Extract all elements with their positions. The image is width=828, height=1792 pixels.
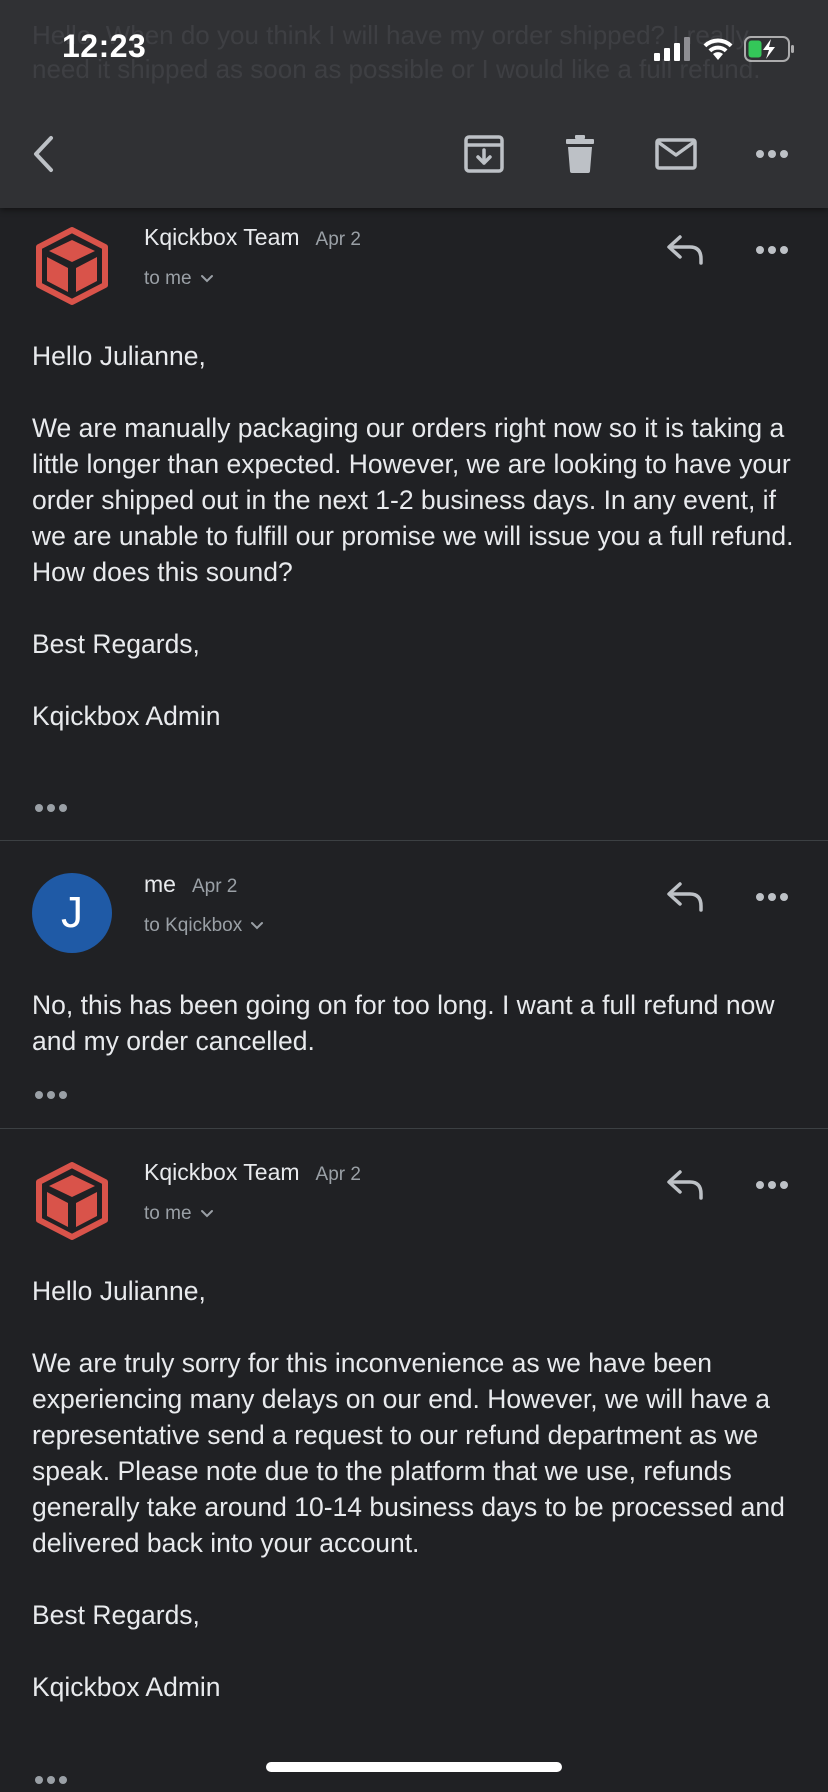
archive-icon bbox=[464, 135, 504, 173]
archive-button[interactable] bbox=[456, 126, 512, 182]
avatar bbox=[32, 226, 112, 306]
chevron-down-icon bbox=[200, 1210, 213, 1218]
delete-button[interactable] bbox=[552, 126, 608, 182]
sender-line: me Apr 2 bbox=[144, 871, 237, 898]
message-more-button[interactable] bbox=[752, 1165, 792, 1205]
message-date: Apr 2 bbox=[315, 229, 361, 250]
reply-icon bbox=[667, 1170, 703, 1200]
message-date: Apr 2 bbox=[315, 1164, 361, 1185]
message-body: Hello Julianne, We are manually packagin… bbox=[32, 338, 802, 734]
more-horizontal-icon bbox=[35, 804, 67, 812]
body-paragraph: Hello Julianne, bbox=[32, 341, 206, 371]
top-app-bar: Hello. When do you think I will have my … bbox=[0, 0, 828, 208]
more-horizontal-icon bbox=[756, 1181, 788, 1189]
more-horizontal-icon bbox=[756, 150, 788, 158]
recipient-details-toggle[interactable]: to me bbox=[144, 268, 214, 290]
body-paragraph: We are manually packaging our orders rig… bbox=[32, 413, 794, 587]
more-horizontal-icon bbox=[756, 893, 788, 901]
wifi-icon bbox=[703, 38, 733, 60]
more-options-button[interactable] bbox=[744, 126, 800, 182]
body-paragraph: Best Regards, bbox=[32, 629, 200, 659]
recipient-details-toggle[interactable]: to me bbox=[144, 1203, 214, 1225]
reply-icon bbox=[667, 882, 703, 912]
recipient-label: to me bbox=[144, 268, 192, 289]
cellular-signal-icon bbox=[654, 37, 690, 61]
body-paragraph: Best Regards, bbox=[32, 1600, 200, 1630]
status-bar-time: 12:23 bbox=[62, 28, 147, 64]
sender-name: Kqickbox Team bbox=[144, 224, 300, 250]
reply-icon bbox=[667, 235, 703, 265]
mark-unread-button[interactable] bbox=[648, 126, 704, 182]
chevron-down-icon bbox=[200, 275, 213, 283]
body-paragraph: Kqickbox Admin bbox=[32, 1672, 221, 1702]
sender-line: Kqickbox Team Apr 2 bbox=[144, 1159, 361, 1186]
sender-name: me bbox=[144, 871, 176, 897]
recipient-label: to me bbox=[144, 1203, 192, 1224]
body-paragraph: We are truly sorry for this inconvenienc… bbox=[32, 1348, 785, 1558]
show-trimmed-content-button[interactable] bbox=[34, 1087, 68, 1105]
sender-line: Kqickbox Team Apr 2 bbox=[144, 224, 361, 251]
sender-name: Kqickbox Team bbox=[144, 1159, 300, 1185]
body-paragraph: Hello Julianne, bbox=[32, 1276, 206, 1306]
reply-button[interactable] bbox=[662, 230, 708, 270]
kqickbox-cube-logo-icon bbox=[36, 227, 108, 305]
message-body: Hello Julianne, We are truly sorry for t… bbox=[32, 1273, 802, 1705]
battery-charging-icon bbox=[744, 36, 794, 62]
message-body: No, this has been going on for too long.… bbox=[32, 987, 802, 1059]
avatar: J bbox=[32, 873, 112, 953]
recipient-details-toggle[interactable]: to Kqickbox bbox=[144, 915, 264, 937]
message-more-button[interactable] bbox=[752, 877, 792, 917]
home-indicator[interactable] bbox=[266, 1762, 562, 1772]
chevron-left-icon bbox=[34, 136, 53, 172]
avatar-initial: J bbox=[61, 888, 83, 937]
more-horizontal-icon bbox=[35, 1091, 67, 1099]
trash-icon bbox=[566, 135, 594, 173]
body-paragraph: No, this has been going on for too long.… bbox=[32, 990, 775, 1056]
message-card[interactable]: Kqickbox Team Apr 2 to me Hello Julianne,… bbox=[0, 1129, 828, 1792]
show-trimmed-content-button[interactable] bbox=[34, 1772, 68, 1790]
message-date: Apr 2 bbox=[191, 876, 238, 897]
recipient-label: to Kqickbox bbox=[144, 915, 243, 936]
chevron-down-icon bbox=[251, 922, 264, 930]
message-card[interactable]: J me Apr 2 to Kqickbox No, this has been … bbox=[0, 841, 828, 1128]
mail-icon bbox=[655, 138, 697, 170]
show-trimmed-content-button[interactable] bbox=[34, 800, 68, 818]
more-horizontal-icon bbox=[35, 1776, 67, 1784]
kqickbox-cube-logo-icon bbox=[36, 1162, 108, 1240]
body-paragraph: Kqickbox Admin bbox=[32, 701, 221, 731]
back-button[interactable] bbox=[16, 126, 72, 182]
email-thread-screen: Hello. When do you think I will have my … bbox=[0, 0, 828, 1792]
reply-button[interactable] bbox=[662, 1165, 708, 1205]
status-bar-icons bbox=[654, 36, 796, 62]
message-card[interactable]: Kqickbox Team Apr 2 to me Hello Julianne,… bbox=[0, 208, 828, 838]
message-more-button[interactable] bbox=[752, 230, 792, 270]
reply-button[interactable] bbox=[662, 877, 708, 917]
avatar bbox=[32, 1161, 112, 1241]
more-horizontal-icon bbox=[756, 246, 788, 254]
